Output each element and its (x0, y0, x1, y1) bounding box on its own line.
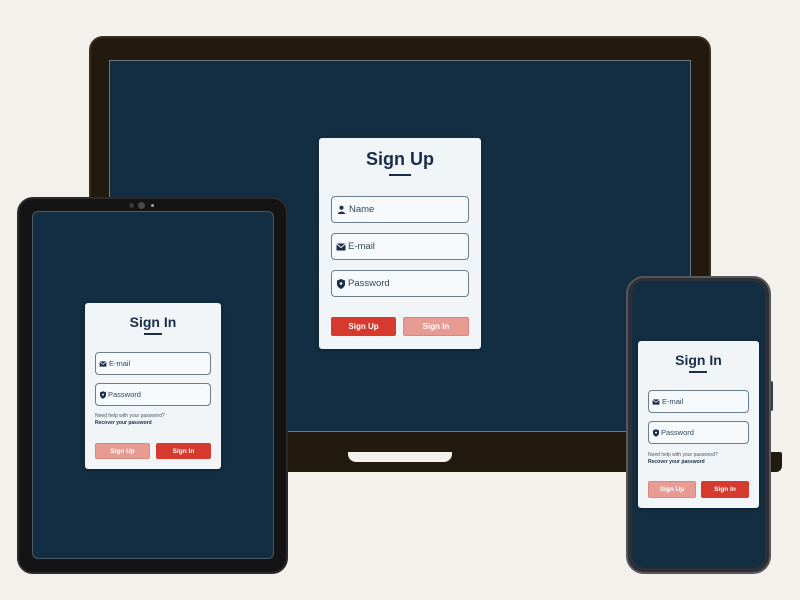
input-placeholder: Name (349, 204, 375, 215)
input-placeholder: Password (661, 428, 694, 437)
signup-card: Sign Up Name E-mail Password Sign Up Sig… (319, 138, 481, 349)
card-title: Sign In (129, 314, 177, 330)
card-title: Sign Up (366, 149, 434, 169)
sign-in-button[interactable]: Sign In (701, 481, 749, 498)
password-input[interactable]: Password (331, 270, 469, 297)
input-placeholder: E-mail (348, 241, 375, 252)
input-placeholder: E-mail (662, 397, 684, 406)
recover-password-link[interactable]: Recover your password (95, 420, 152, 426)
email-input[interactable]: E-mail (331, 233, 469, 260)
password-input[interactable]: Password (95, 383, 211, 406)
laptop-notch (348, 452, 452, 462)
mail-icon (99, 360, 107, 367)
help-text: Need help with your password? (95, 413, 165, 419)
title-underline (389, 174, 411, 176)
mail-icon (336, 242, 346, 250)
password-input[interactable]: Password (648, 421, 749, 444)
user-icon (337, 205, 346, 214)
input-placeholder: E-mail (109, 359, 131, 368)
email-input[interactable]: E-mail (95, 352, 211, 375)
input-placeholder: Password (108, 390, 141, 399)
tablet-camera (129, 203, 134, 208)
sign-in-button[interactable]: Sign In (156, 443, 211, 459)
sign-in-button[interactable]: Sign In (403, 317, 469, 336)
signin-card-tablet: Sign In E-mail Password Need help with y… (85, 303, 221, 469)
recover-password-link[interactable]: Recover your password (648, 459, 705, 465)
sign-up-button[interactable]: Sign Up (648, 481, 696, 498)
name-input[interactable]: Name (331, 196, 469, 223)
card-title: Sign In (675, 352, 722, 368)
shield-icon (100, 390, 106, 399)
help-text: Need help with your password? (648, 452, 718, 458)
mail-icon (652, 398, 660, 405)
sign-up-button[interactable]: Sign Up (331, 317, 396, 336)
title-underline (689, 371, 707, 373)
email-input[interactable]: E-mail (648, 390, 749, 413)
tablet-camera (138, 202, 145, 209)
title-underline (144, 333, 162, 335)
tablet-sensor (151, 204, 154, 207)
sign-up-button[interactable]: Sign Up (95, 443, 150, 459)
signin-card-phone: Sign In E-mail Password Need help with y… (638, 341, 759, 508)
shield-icon (653, 428, 659, 437)
shield-icon (337, 278, 345, 289)
input-placeholder: Password (348, 278, 390, 289)
